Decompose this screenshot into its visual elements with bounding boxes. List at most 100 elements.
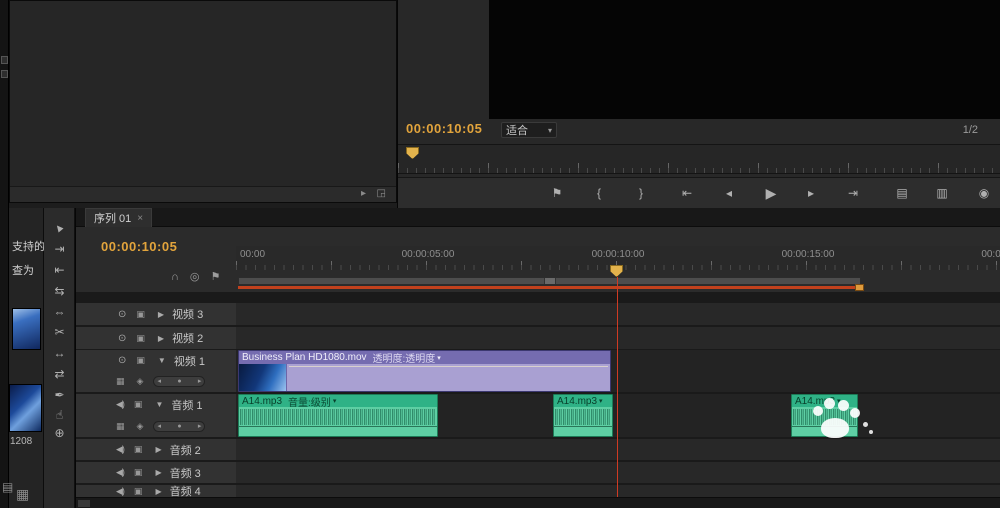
collapse-icon[interactable]: ▶: [155, 445, 161, 454]
collapse-icon[interactable]: ▶: [158, 334, 164, 343]
keyframe-icon[interactable]: ◈: [137, 421, 144, 432]
track-meta-icon[interactable]: ▣: [136, 333, 145, 344]
close-icon[interactable]: ×: [137, 213, 143, 224]
track-header-audio1[interactable]: ◀) ▣ ▼ 音频 1 ▦ ◈ ◂ ● ▸: [76, 394, 236, 437]
work-area-end-handle[interactable]: [855, 284, 864, 291]
extract-button[interactable]: ▥: [928, 182, 956, 204]
chevron-down-icon[interactable]: ▾: [333, 397, 337, 405]
track-content-audio3[interactable]: [236, 462, 1000, 483]
visibility-icon[interactable]: ⊙: [118, 333, 126, 344]
monitor-timecode[interactable]: 00:00:10:05: [406, 121, 482, 136]
razor-tool[interactable]: ✂: [44, 322, 75, 342]
keyframe-icon[interactable]: ◈: [137, 376, 144, 387]
collapse-icon[interactable]: ▼: [155, 400, 163, 409]
add-marker-icon[interactable]: ⚑: [211, 272, 221, 283]
speaker-icon[interactable]: ◀): [116, 399, 125, 410]
display-style-icon[interactable]: ▦: [116, 376, 125, 387]
work-area-handle[interactable]: [544, 278, 556, 284]
go-to-out-button[interactable]: ⇥: [839, 182, 867, 204]
clip-thumbnail[interactable]: [9, 384, 42, 432]
track-content-audio4[interactable]: [236, 485, 1000, 497]
collapse-icon[interactable]: ▶: [155, 487, 161, 496]
collapse-icon[interactable]: ▶: [155, 468, 161, 477]
ripple-edit-tool[interactable]: ⇤: [44, 260, 75, 280]
volume-band[interactable]: [239, 426, 437, 427]
scrollbar-box[interactable]: [78, 500, 90, 507]
track-header-video2[interactable]: ⊙ ▣ ▶ 视频 2: [76, 327, 236, 349]
collapse-icon[interactable]: ▼: [158, 356, 166, 365]
track-header-audio4[interactable]: ◀) ▣ ▶ 音频 4: [76, 485, 236, 497]
video-clip-business-plan[interactable]: Business Plan HD1080.mov 透明度:透明度 ▾: [238, 350, 611, 392]
clip-thumbnail[interactable]: [12, 308, 41, 350]
track-meta-icon[interactable]: ▣: [134, 444, 143, 455]
speaker-icon[interactable]: ◀): [116, 486, 125, 497]
chevron-down-icon[interactable]: ▾: [599, 397, 603, 405]
slide-tool[interactable]: ⇄: [44, 364, 75, 384]
monitor-playhead[interactable]: [406, 147, 419, 159]
keyframe-navigator[interactable]: ◂ ● ▸: [153, 420, 206, 432]
play-indicator-icon[interactable]: ▸: [361, 189, 366, 199]
work-area-bar[interactable]: [238, 277, 861, 285]
track-header-audio2[interactable]: ◀) ▣ ▶ 音频 2: [76, 439, 236, 460]
next-keyframe-icon[interactable]: ▸: [198, 378, 202, 385]
track-select-tool[interactable]: ⇥: [44, 239, 75, 259]
dock-panel-icon[interactable]: [1, 70, 8, 78]
selection-tool[interactable]: ▲: [44, 218, 75, 238]
audio-clip-a14-1[interactable]: A14.mp3 音量:级别 ▾: [238, 394, 438, 437]
marker-button[interactable]: ⚑: [543, 182, 571, 204]
go-to-in-button[interactable]: ⇤: [673, 182, 701, 204]
track-meta-icon[interactable]: ▣: [136, 309, 145, 320]
volume-band[interactable]: [792, 426, 857, 427]
prev-keyframe-icon[interactable]: ◂: [157, 423, 161, 430]
mark-out-button[interactable]: }: [627, 182, 655, 204]
export-frame-button[interactable]: ◉: [970, 182, 998, 204]
hand-tool[interactable]: ☝: [44, 405, 75, 425]
clip-effect-label[interactable]: 透明度:透明度: [373, 351, 436, 364]
rate-stretch-tool[interactable]: ⇔: [44, 302, 75, 322]
next-keyframe-icon[interactable]: ▸: [198, 423, 202, 430]
track-content-video3[interactable]: [236, 303, 1000, 325]
rolling-edit-tool[interactable]: ⇆: [44, 281, 75, 301]
chevron-down-icon[interactable]: ▾: [837, 397, 841, 405]
prev-keyframe-icon[interactable]: ◂: [157, 378, 161, 385]
clip-effect-label[interactable]: 音量:级别: [288, 395, 331, 408]
opacity-band[interactable]: [289, 366, 608, 367]
grid-view-icon[interactable]: ▦: [16, 486, 29, 503]
track-header-audio3[interactable]: ◀) ▣ ▶ 音频 3: [76, 462, 236, 483]
track-content-audio2[interactable]: [236, 439, 1000, 460]
pen-tool[interactable]: ✒: [44, 385, 75, 405]
collapse-icon[interactable]: ▶: [158, 310, 164, 319]
keyframe-dot-icon[interactable]: ●: [177, 423, 181, 430]
track-meta-icon[interactable]: ▣: [136, 355, 145, 366]
keyframe-navigator[interactable]: ◂ ● ▸: [153, 375, 206, 387]
visibility-icon[interactable]: ⊙: [118, 309, 126, 320]
marker-menu-icon[interactable]: ◎: [190, 272, 200, 283]
track-content-video2[interactable]: [236, 327, 1000, 349]
track-meta-icon[interactable]: ▣: [134, 467, 143, 478]
sequence-tab[interactable]: 序列 01 ×: [85, 208, 153, 227]
volume-band[interactable]: [554, 426, 612, 427]
visibility-icon[interactable]: ⊙: [118, 355, 126, 366]
dock-panel-icon[interactable]: [1, 56, 8, 64]
keyframe-dot-icon[interactable]: ●: [177, 378, 181, 385]
list-view-icon[interactable]: ▤: [2, 480, 13, 494]
horizontal-scrollbar[interactable]: [76, 497, 1000, 508]
track-header-video3[interactable]: ⊙ ▣ ▶ 视频 3: [76, 303, 236, 325]
step-back-button[interactable]: ◂: [715, 182, 743, 204]
playhead-marker[interactable]: [610, 265, 623, 277]
timeline-timecode[interactable]: 00:00:10:05: [101, 239, 177, 254]
mark-in-button[interactable]: {: [585, 182, 613, 204]
snap-icon[interactable]: ∩: [171, 272, 179, 283]
lift-button[interactable]: ▤: [888, 182, 916, 204]
track-meta-icon[interactable]: ▣: [134, 486, 143, 497]
slip-tool[interactable]: ↔: [44, 343, 75, 363]
step-forward-button[interactable]: ▸: [797, 182, 825, 204]
track-header-video1[interactable]: ⊙ ▣ ▼ 视频 1 ▦ ◈ ◂ ● ▸: [76, 350, 236, 392]
display-style-icon[interactable]: ▦: [116, 421, 125, 432]
speaker-icon[interactable]: ◀): [116, 467, 125, 478]
zoom-tool[interactable]: ⊕: [44, 423, 75, 443]
play-button[interactable]: ▶: [757, 182, 785, 204]
monitor-mini-ruler[interactable]: [398, 144, 1000, 174]
speaker-icon[interactable]: ◀): [116, 444, 125, 455]
chevron-down-icon[interactable]: ▾: [437, 354, 441, 362]
